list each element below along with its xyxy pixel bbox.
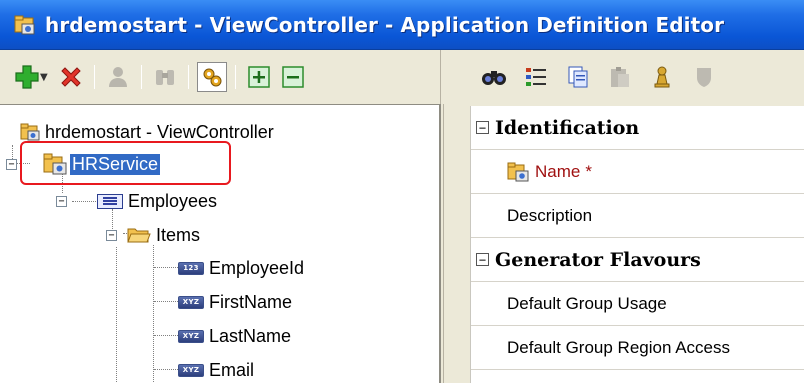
- property-inspector: − Identification Name * Description − Ge…: [470, 106, 804, 383]
- binoculars-disabled-icon: [155, 70, 174, 85]
- property-label: Default Group Usage: [507, 293, 667, 313]
- property-label: Description: [507, 205, 593, 225]
- attribute-label: Email: [209, 359, 255, 380]
- gears-icon: [203, 68, 222, 87]
- collapse-toggle-icon[interactable]: −: [56, 195, 67, 207]
- shield-button[interactable]: [689, 62, 719, 92]
- tree-node-employees[interactable]: − Employees: [56, 188, 217, 214]
- tree-root-node[interactable]: hrdemostart - ViewController: [20, 119, 274, 145]
- paste-button[interactable]: [605, 62, 635, 92]
- delete-button[interactable]: [56, 62, 86, 92]
- toolbar-separator: [234, 65, 236, 89]
- property-row-default-group-usage[interactable]: Default Group Usage: [471, 282, 804, 326]
- collapse-all-icon: [281, 66, 304, 88]
- find-button[interactable]: [479, 62, 509, 92]
- structure-tree[interactable]: hrdemostart - ViewController − HRService…: [0, 104, 441, 383]
- service-icon: [43, 153, 67, 175]
- attribute-label: FirstName: [209, 291, 293, 312]
- copy-icon: [568, 66, 588, 88]
- expand-all-button[interactable]: [244, 62, 274, 92]
- app-icon: [14, 14, 36, 36]
- gears-button[interactable]: [196, 62, 227, 92]
- paste-icon: [611, 67, 629, 87]
- tree-entity-label: Employees: [128, 190, 218, 211]
- add-icon: [15, 65, 39, 89]
- toolbar-separator: [187, 65, 189, 89]
- section-generator-flavours[interactable]: − Generator Flavours: [471, 238, 804, 282]
- attribute-label: LastName: [209, 325, 292, 346]
- tree-connector: [154, 267, 178, 268]
- toolbar-separator: [93, 65, 95, 89]
- tree-node-attribute[interactable]: 123 EmployeeId: [178, 255, 304, 281]
- tree-root-label: hrdemostart - ViewController: [45, 121, 274, 142]
- expand-all-icon: [247, 66, 270, 88]
- collapse-section-icon[interactable]: −: [476, 121, 489, 134]
- toolbar-separator: [140, 65, 142, 89]
- property-label: Name: [535, 161, 581, 181]
- tree-node-attribute[interactable]: XYZ Email: [178, 357, 254, 383]
- section-header-label: Generator Flavours: [495, 248, 701, 271]
- collapse-toggle-icon[interactable]: −: [6, 158, 17, 170]
- entity-icon: [97, 193, 123, 209]
- shield-icon: [697, 68, 711, 87]
- property-row-name[interactable]: Name *: [471, 150, 804, 194]
- property-label: Default Group Region Access: [507, 337, 731, 357]
- tree-connector: [154, 369, 178, 370]
- tree-folder-label: Items: [156, 224, 201, 245]
- copy-button[interactable]: [563, 62, 593, 92]
- list-button[interactable]: [521, 62, 551, 92]
- window-title: hrdemostart - ViewController - Applicati…: [45, 12, 725, 37]
- user-button[interactable]: [103, 62, 133, 92]
- delete-icon: [60, 67, 81, 87]
- chess-pawn-icon: [654, 66, 670, 88]
- folder-open-icon: [127, 228, 151, 243]
- collapse-all-button[interactable]: [278, 62, 308, 92]
- user-icon: [108, 67, 127, 87]
- collapse-section-icon[interactable]: −: [476, 253, 489, 266]
- tree-node-hrservice[interactable]: − HRService: [6, 151, 161, 177]
- project-icon: [20, 123, 40, 141]
- tree-connector: [153, 245, 154, 383]
- required-marker: *: [585, 161, 592, 181]
- text-attribute-icon: XYZ: [178, 329, 204, 343]
- pawn-button[interactable]: [647, 62, 677, 92]
- tree-toolbar: ▼: [0, 50, 441, 104]
- app-window: hrdemostart - ViewController - Applicati…: [0, 0, 804, 383]
- service-icon: [507, 162, 529, 181]
- property-gutter: [443, 104, 470, 383]
- list-icon: [526, 68, 546, 86]
- collapse-toggle-icon[interactable]: −: [106, 229, 117, 241]
- find-icon: [482, 71, 506, 85]
- tree-connector: [154, 301, 178, 302]
- tree-node-items[interactable]: − Items: [106, 222, 200, 248]
- property-toolbar: [443, 50, 804, 104]
- tree-connector: [116, 247, 117, 383]
- property-row-description[interactable]: Description: [471, 194, 804, 238]
- attribute-label: EmployeeId: [209, 257, 305, 278]
- add-button[interactable]: [12, 62, 42, 92]
- binoculars-button[interactable]: [150, 62, 180, 92]
- number-attribute-icon: 123: [178, 261, 204, 275]
- property-row-default-group-region-access[interactable]: Default Group Region Access: [471, 326, 804, 370]
- section-identification[interactable]: − Identification: [471, 106, 804, 150]
- text-attribute-icon: XYZ: [178, 295, 204, 309]
- tree-service-label: HRService: [70, 153, 161, 175]
- tree-connector: [154, 335, 178, 336]
- section-header-label: Identification: [495, 116, 640, 139]
- title-bar[interactable]: hrdemostart - ViewController - Applicati…: [0, 0, 804, 50]
- tree-node-attribute[interactable]: XYZ LastName: [178, 323, 291, 349]
- tree-node-attribute[interactable]: XYZ FirstName: [178, 289, 292, 315]
- text-attribute-icon: XYZ: [178, 363, 204, 377]
